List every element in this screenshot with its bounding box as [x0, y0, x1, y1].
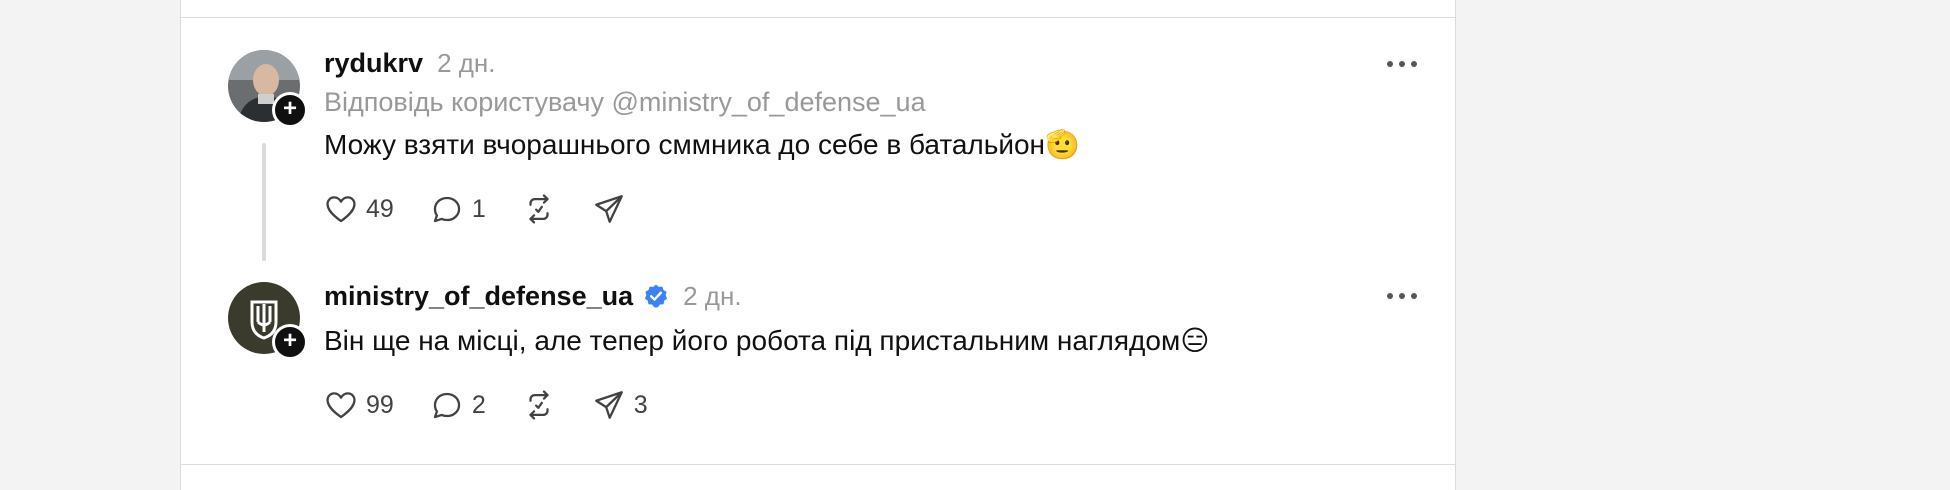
verified-badge-icon [644, 284, 668, 308]
share-count: 3 [633, 390, 648, 419]
repost-button[interactable] [522, 388, 556, 422]
like-button[interactable]: 49 [324, 192, 394, 226]
response-post: ministry_of_defense_ua 2 дн. Він ще на м… [324, 278, 1209, 425]
divider [181, 464, 1455, 465]
repost-icon [529, 390, 549, 420]
post-time[interactable]: 2 дн. [683, 281, 741, 312]
divider [181, 17, 1455, 18]
send-icon [594, 391, 623, 419]
repost-button[interactable] [522, 192, 556, 226]
post-text: Можу взяти вчорашнього сммника до себе в… [324, 129, 1080, 160]
like-count: 49 [366, 194, 394, 223]
avatar-rydukrv[interactable]: + [228, 50, 308, 128]
comment-button[interactable]: 2 [430, 388, 486, 422]
comment-count: 1 [471, 194, 486, 223]
thread-panel: + rydukrv 2 дн. Відповідь користувачу @m… [180, 0, 1456, 490]
like-button[interactable]: 99 [324, 388, 394, 422]
thread-connector-line [262, 143, 266, 261]
post-actions: 99 2 3 [324, 385, 1209, 425]
post-actions: 49 1 [324, 189, 1080, 229]
share-button[interactable] [592, 192, 626, 226]
like-count: 99 [366, 390, 394, 419]
comment-button[interactable]: 1 [430, 192, 486, 226]
avatar-ministry_of_defense_ua[interactable]: + [228, 282, 308, 360]
send-icon [594, 195, 623, 223]
reply-post: rydukrv 2 дн. Відповідь користувачу @min… [324, 45, 1080, 229]
heart-icon [326, 392, 356, 419]
reply-to-label: Відповідь користувачу @ministry_of_defen… [324, 87, 926, 117]
post-time[interactable]: 2 дн. [437, 48, 495, 79]
saluting-face-emoji: 🫡 [1045, 129, 1080, 160]
username[interactable]: ministry_of_defense_ua [324, 281, 633, 312]
follow-plus-icon[interactable]: + [272, 324, 308, 360]
follow-plus-icon[interactable]: + [272, 92, 308, 128]
expressionless-face-emoji: 😑 [1180, 325, 1210, 356]
comment-icon [433, 392, 460, 419]
post-text: Він ще на місці, але тепер його робота п… [324, 325, 1210, 356]
heart-icon [326, 196, 356, 223]
share-button[interactable]: 3 [592, 388, 648, 422]
repost-icon [529, 194, 549, 224]
username[interactable]: rydukrv [324, 48, 423, 79]
more-options-icon[interactable] [1387, 291, 1417, 301]
comment-count: 2 [471, 390, 486, 419]
more-options-icon[interactable] [1387, 59, 1417, 69]
comment-icon [433, 196, 460, 223]
